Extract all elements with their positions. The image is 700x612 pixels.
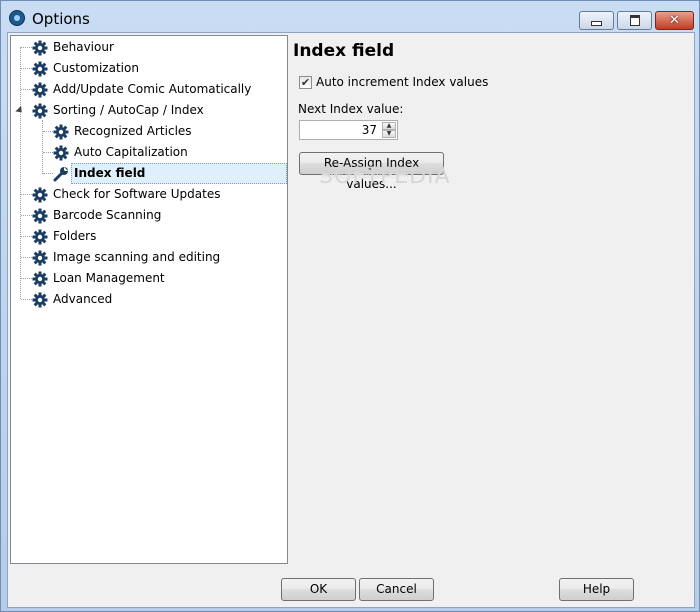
tree-line [21, 68, 32, 69]
tree-item-check-updates[interactable]: Check for Software Updates [11, 184, 271, 204]
watermark-url: www.softpedia.com [321, 171, 409, 181]
tree-item-loan-management[interactable]: Loan Management [11, 268, 271, 288]
dialog-client-area: Behaviour Customization Add/Update Comic… [7, 32, 695, 608]
app-icon [10, 11, 24, 25]
tree-line [43, 152, 53, 153]
collapse-arrow-icon[interactable] [15, 105, 25, 116]
tree-item-label: Behaviour [53, 40, 114, 54]
tree-line [21, 278, 32, 279]
tree-item-label: Check for Software Updates [53, 187, 221, 201]
window-title: Options [32, 10, 90, 28]
tree-item-label: Customization [53, 61, 139, 75]
tree-item-folders[interactable]: Folders [11, 226, 271, 246]
auto-increment-checkbox[interactable]: ✔ [299, 76, 312, 89]
gear-icon [32, 208, 48, 224]
tree-item-image-scanning[interactable]: Image scanning and editing [11, 247, 271, 267]
tree-item-barcode-scanning[interactable]: Barcode Scanning [11, 205, 271, 225]
panel-title: Index field [293, 41, 395, 61]
tree-item-recognized-articles[interactable]: Recognized Articles [11, 121, 271, 141]
tree-line [21, 299, 32, 300]
gear-icon [32, 250, 48, 266]
tree-line [21, 89, 32, 90]
gear-icon [32, 292, 48, 308]
wrench-icon [53, 167, 68, 182]
gear-icon [32, 82, 48, 98]
next-index-label: Next Index value: [298, 102, 404, 116]
gear-icon [32, 40, 48, 56]
auto-increment-label[interactable]: Auto increment Index values [316, 75, 488, 89]
tree-item-auto-capitalization[interactable]: Auto Capitalization [11, 142, 271, 162]
minimize-button[interactable] [579, 11, 614, 30]
minimize-icon [591, 21, 602, 26]
gear-icon [32, 103, 48, 119]
gear-icon [53, 145, 69, 161]
ok-button[interactable]: OK [281, 578, 356, 601]
tree-item-label: Advanced [53, 292, 113, 306]
tree-item-sorting[interactable]: Sorting / AutoCap / Index [11, 100, 271, 120]
spin-up-icon[interactable]: ▲ [382, 122, 396, 130]
tree-item-label: Loan Management [53, 271, 165, 285]
tree-item-label: Add/Update Comic Automatically [53, 82, 252, 96]
tree-item-label: Barcode Scanning [53, 208, 162, 222]
tree-line [43, 131, 53, 132]
tree-item-add-update-comic[interactable]: Add/Update Comic Automatically [11, 79, 271, 99]
tree-line [21, 215, 32, 216]
tree-line [21, 47, 32, 48]
tree-item-customization[interactable]: Customization [11, 58, 271, 78]
tree-item-behaviour[interactable]: Behaviour [11, 37, 271, 57]
checkmark-icon: ✔ [300, 76, 311, 89]
tree-item-label: Index field [74, 166, 146, 180]
gear-icon [32, 271, 48, 287]
maximize-icon [629, 15, 640, 26]
options-tree[interactable]: Behaviour Customization Add/Update Comic… [10, 35, 288, 564]
tree-item-label: Image scanning and editing [53, 250, 221, 264]
close-icon: ✕ [669, 13, 680, 28]
title-bar[interactable]: Options ✕ [1, 1, 699, 31]
cancel-button[interactable]: Cancel [359, 578, 434, 601]
tree-line [43, 173, 53, 174]
close-button[interactable]: ✕ [655, 11, 694, 30]
maximize-button[interactable] [617, 11, 652, 30]
tree-item-label: Auto Capitalization [74, 145, 188, 159]
tree-item-label: Recognized Articles [74, 124, 192, 138]
gear-icon [32, 187, 48, 203]
gear-icon [53, 124, 69, 140]
gear-icon [32, 61, 48, 77]
tree-line [21, 236, 32, 237]
spin-down-icon[interactable]: ▼ [382, 130, 396, 138]
settings-panel: Index field ✔ Auto increment Index value… [292, 35, 692, 564]
gear-icon [32, 229, 48, 245]
next-index-stepper[interactable]: 37 ▲ ▼ [299, 120, 398, 140]
help-button[interactable]: Help [559, 578, 634, 601]
tree-item-label: Sorting / AutoCap / Index [53, 103, 204, 117]
next-index-value[interactable]: 37 [362, 123, 377, 137]
tree-item-advanced[interactable]: Advanced [11, 289, 271, 309]
tree-line [21, 257, 32, 258]
tree-item-label: Folders [53, 229, 97, 243]
options-window: Options ✕ Behaviour Customization Add/Up… [0, 0, 700, 612]
tree-item-index-field[interactable]: Index field [11, 163, 288, 184]
tree-line [21, 194, 32, 195]
